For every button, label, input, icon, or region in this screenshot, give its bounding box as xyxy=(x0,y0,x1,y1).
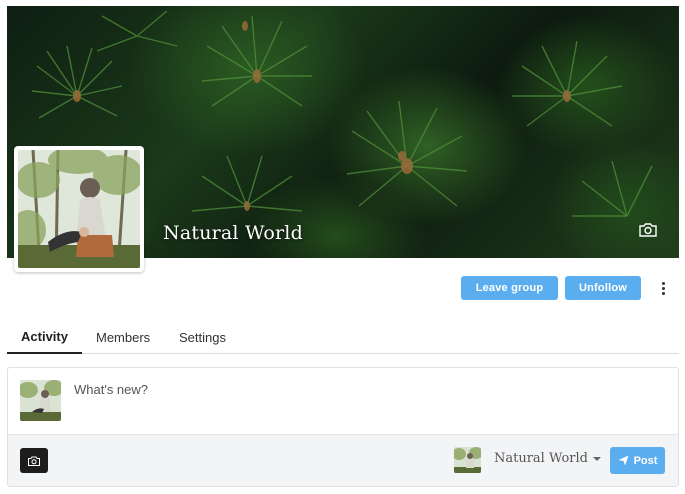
post-label: Post xyxy=(633,454,658,467)
post-in-group-avatar xyxy=(454,447,481,473)
unfollow-button[interactable]: Unfollow xyxy=(565,276,641,300)
whats-new-input[interactable]: What's new? xyxy=(74,382,148,397)
leave-group-button[interactable]: Leave group xyxy=(461,276,558,300)
chevron-down-icon xyxy=(592,456,601,461)
post-composer: What's new? Natural World Post xyxy=(7,367,679,487)
add-photo-button[interactable] xyxy=(20,448,48,473)
composer-footer: Natural World Post xyxy=(8,434,678,486)
post-in-label: Natural World xyxy=(494,451,588,466)
avatar-image xyxy=(18,150,140,268)
camera-icon xyxy=(28,456,40,466)
tab-activity[interactable]: Activity xyxy=(7,320,82,354)
group-title: Natural World xyxy=(163,222,303,244)
send-icon xyxy=(618,455,629,466)
user-avatar xyxy=(20,380,61,421)
dot xyxy=(661,286,665,290)
post-button[interactable]: Post xyxy=(610,447,665,474)
dot xyxy=(661,291,665,295)
tab-settings[interactable]: Settings xyxy=(179,320,226,354)
group-avatar[interactable] xyxy=(14,146,144,272)
dot xyxy=(661,281,665,285)
post-in-select[interactable]: Natural World xyxy=(494,451,601,466)
tab-members[interactable]: Members xyxy=(96,320,150,354)
group-tabs: Activity Members Settings xyxy=(7,320,679,354)
camera-icon[interactable] xyxy=(639,222,657,237)
more-vertical-icon[interactable] xyxy=(656,280,670,296)
